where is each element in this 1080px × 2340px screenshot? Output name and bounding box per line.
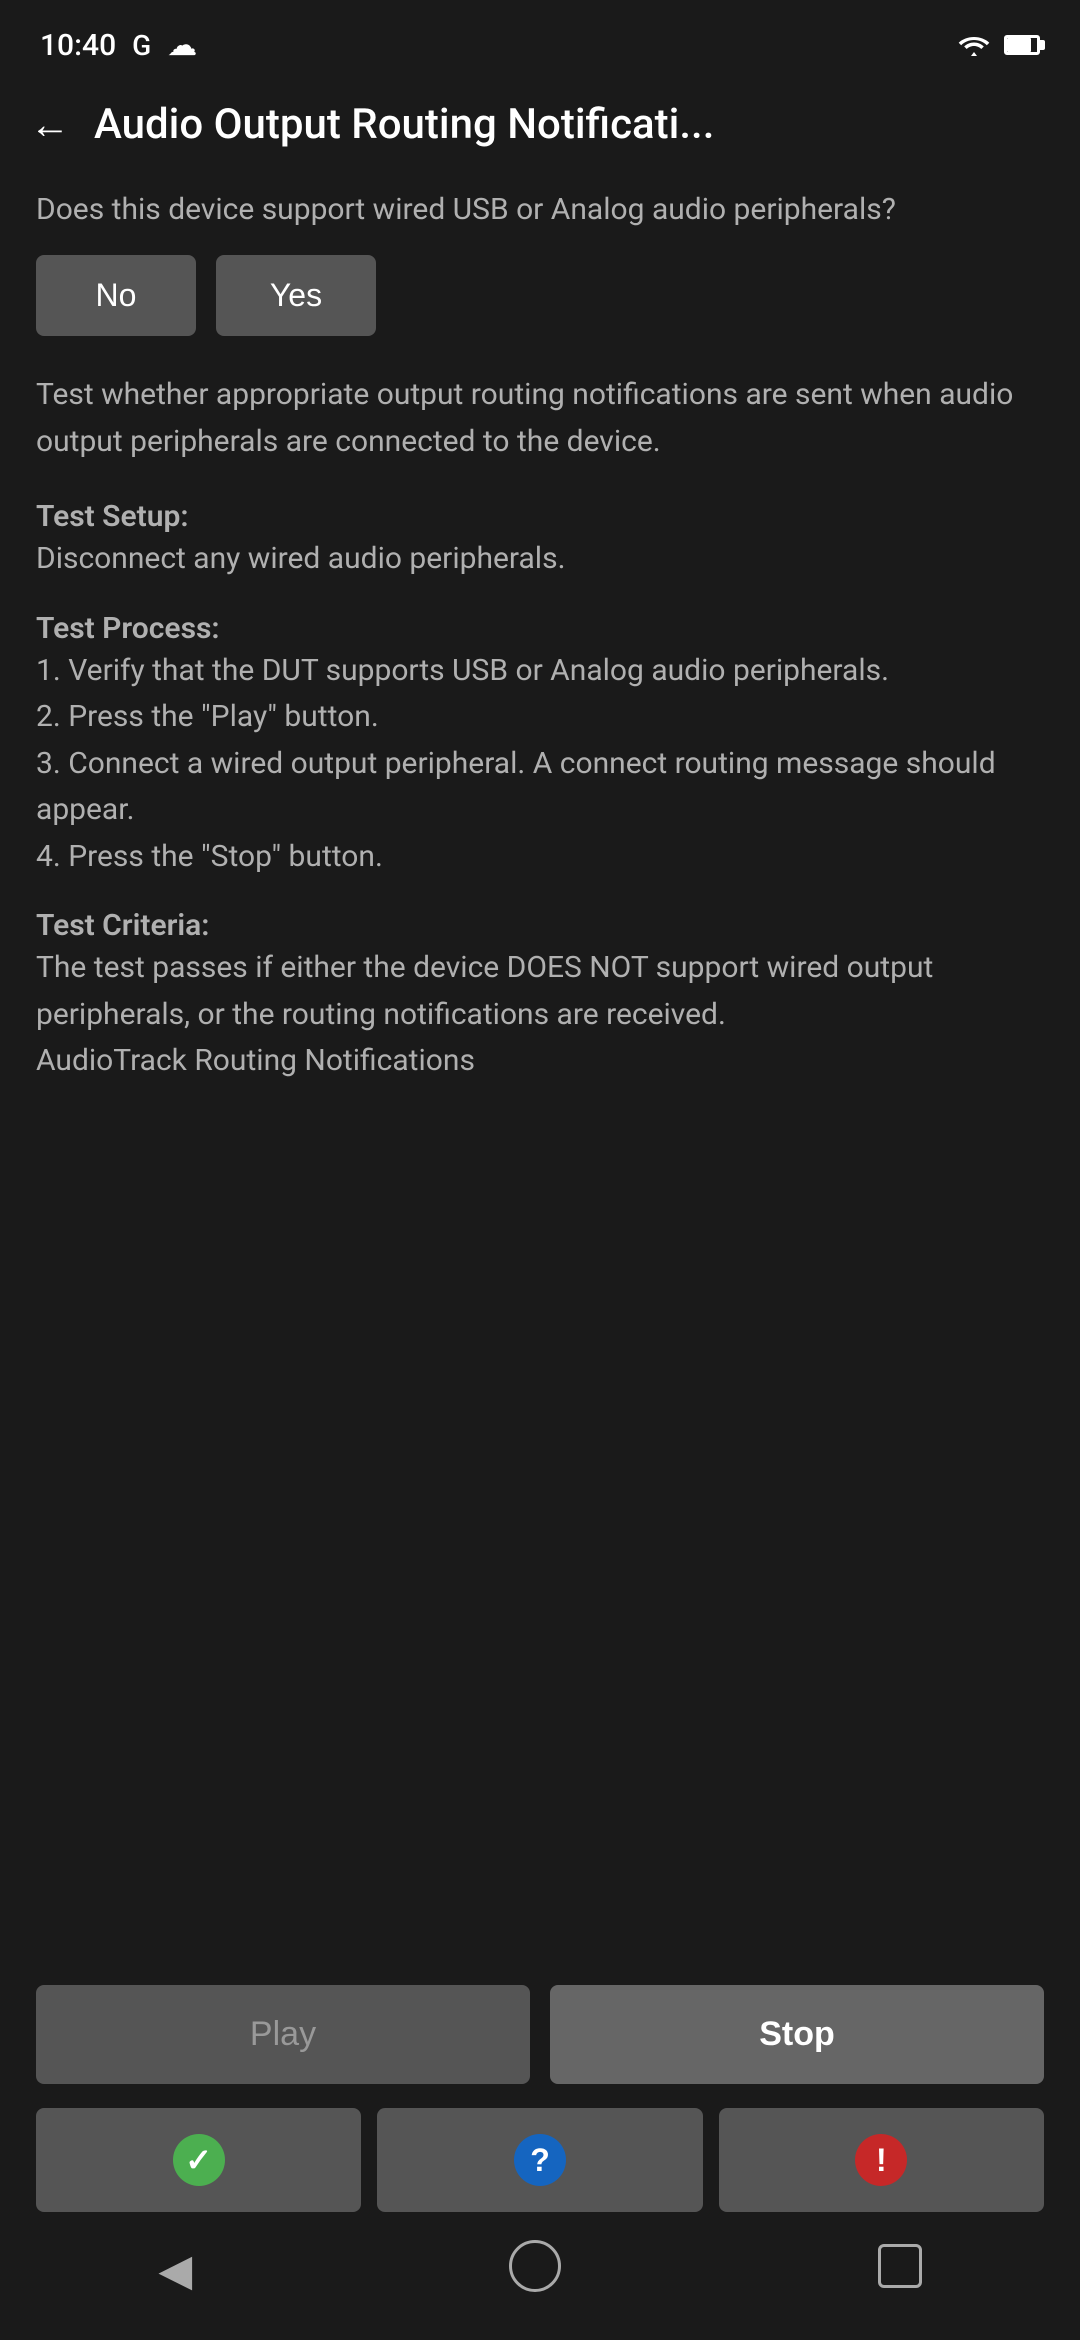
cloud-icon: ☁ <box>167 28 197 63</box>
error-button[interactable]: ! <box>719 2108 1044 2212</box>
stop-button[interactable]: Stop <box>550 1985 1044 2084</box>
check-icon: ✓ <box>185 2141 212 2179</box>
status-bar-left: 10:40 G ☁ <box>40 28 197 63</box>
test-setup-body: Disconnect any wired audio peripherals. <box>36 536 1044 583</box>
back-button[interactable]: ← <box>30 101 70 148</box>
page-title: Audio Output Routing Notificati... <box>94 100 714 149</box>
test-setup-label: Test Setup: <box>36 499 1044 534</box>
status-time: 10:40 <box>40 28 116 63</box>
test-criteria-label: Test Criteria: <box>36 908 1044 943</box>
no-button[interactable]: No <box>36 255 196 336</box>
result-row: ✓ ? ! <box>36 2108 1044 2212</box>
yes-button[interactable]: Yes <box>216 255 376 336</box>
error-icon: ! <box>855 2134 907 2186</box>
answer-button-row: No Yes <box>36 255 1044 336</box>
info-icon: ? <box>514 2134 566 2186</box>
pass-icon: ✓ <box>173 2134 225 2186</box>
info-button[interactable]: ? <box>377 2108 702 2212</box>
test-criteria-body: The test passes if either the device DOE… <box>36 945 1044 1085</box>
status-bar: 10:40 G ☁ <box>0 0 1080 80</box>
play-button[interactable]: Play <box>36 1985 530 2084</box>
pass-button[interactable]: ✓ <box>36 2108 361 2212</box>
main-description: Test whether appropriate output routing … <box>36 372 1044 465</box>
main-content: Does this device support wired USB or An… <box>0 179 1080 1945</box>
wifi-icon <box>956 32 992 58</box>
nav-recent-button[interactable] <box>878 2244 922 2296</box>
page-header: ← Audio Output Routing Notificati... <box>0 80 1080 179</box>
nav-home-button[interactable] <box>509 2240 561 2300</box>
status-bar-right <box>956 32 1040 58</box>
test-process-label: Test Process: <box>36 611 1044 646</box>
nav-back-button[interactable]: ◀ <box>158 2244 192 2296</box>
exclamation-icon: ! <box>876 2142 887 2179</box>
google-icon: G <box>132 29 151 62</box>
question-text: Does this device support wired USB or An… <box>36 189 1044 231</box>
test-process-body: 1. Verify that the DUT supports USB or A… <box>36 648 1044 881</box>
question-icon: ? <box>530 2142 550 2179</box>
controls-area: Play Stop ✓ ? ! <box>0 1945 1080 2212</box>
battery-icon <box>1004 35 1040 55</box>
nav-bar: ◀ <box>0 2212 1080 2340</box>
play-stop-row: Play Stop <box>36 1985 1044 2084</box>
